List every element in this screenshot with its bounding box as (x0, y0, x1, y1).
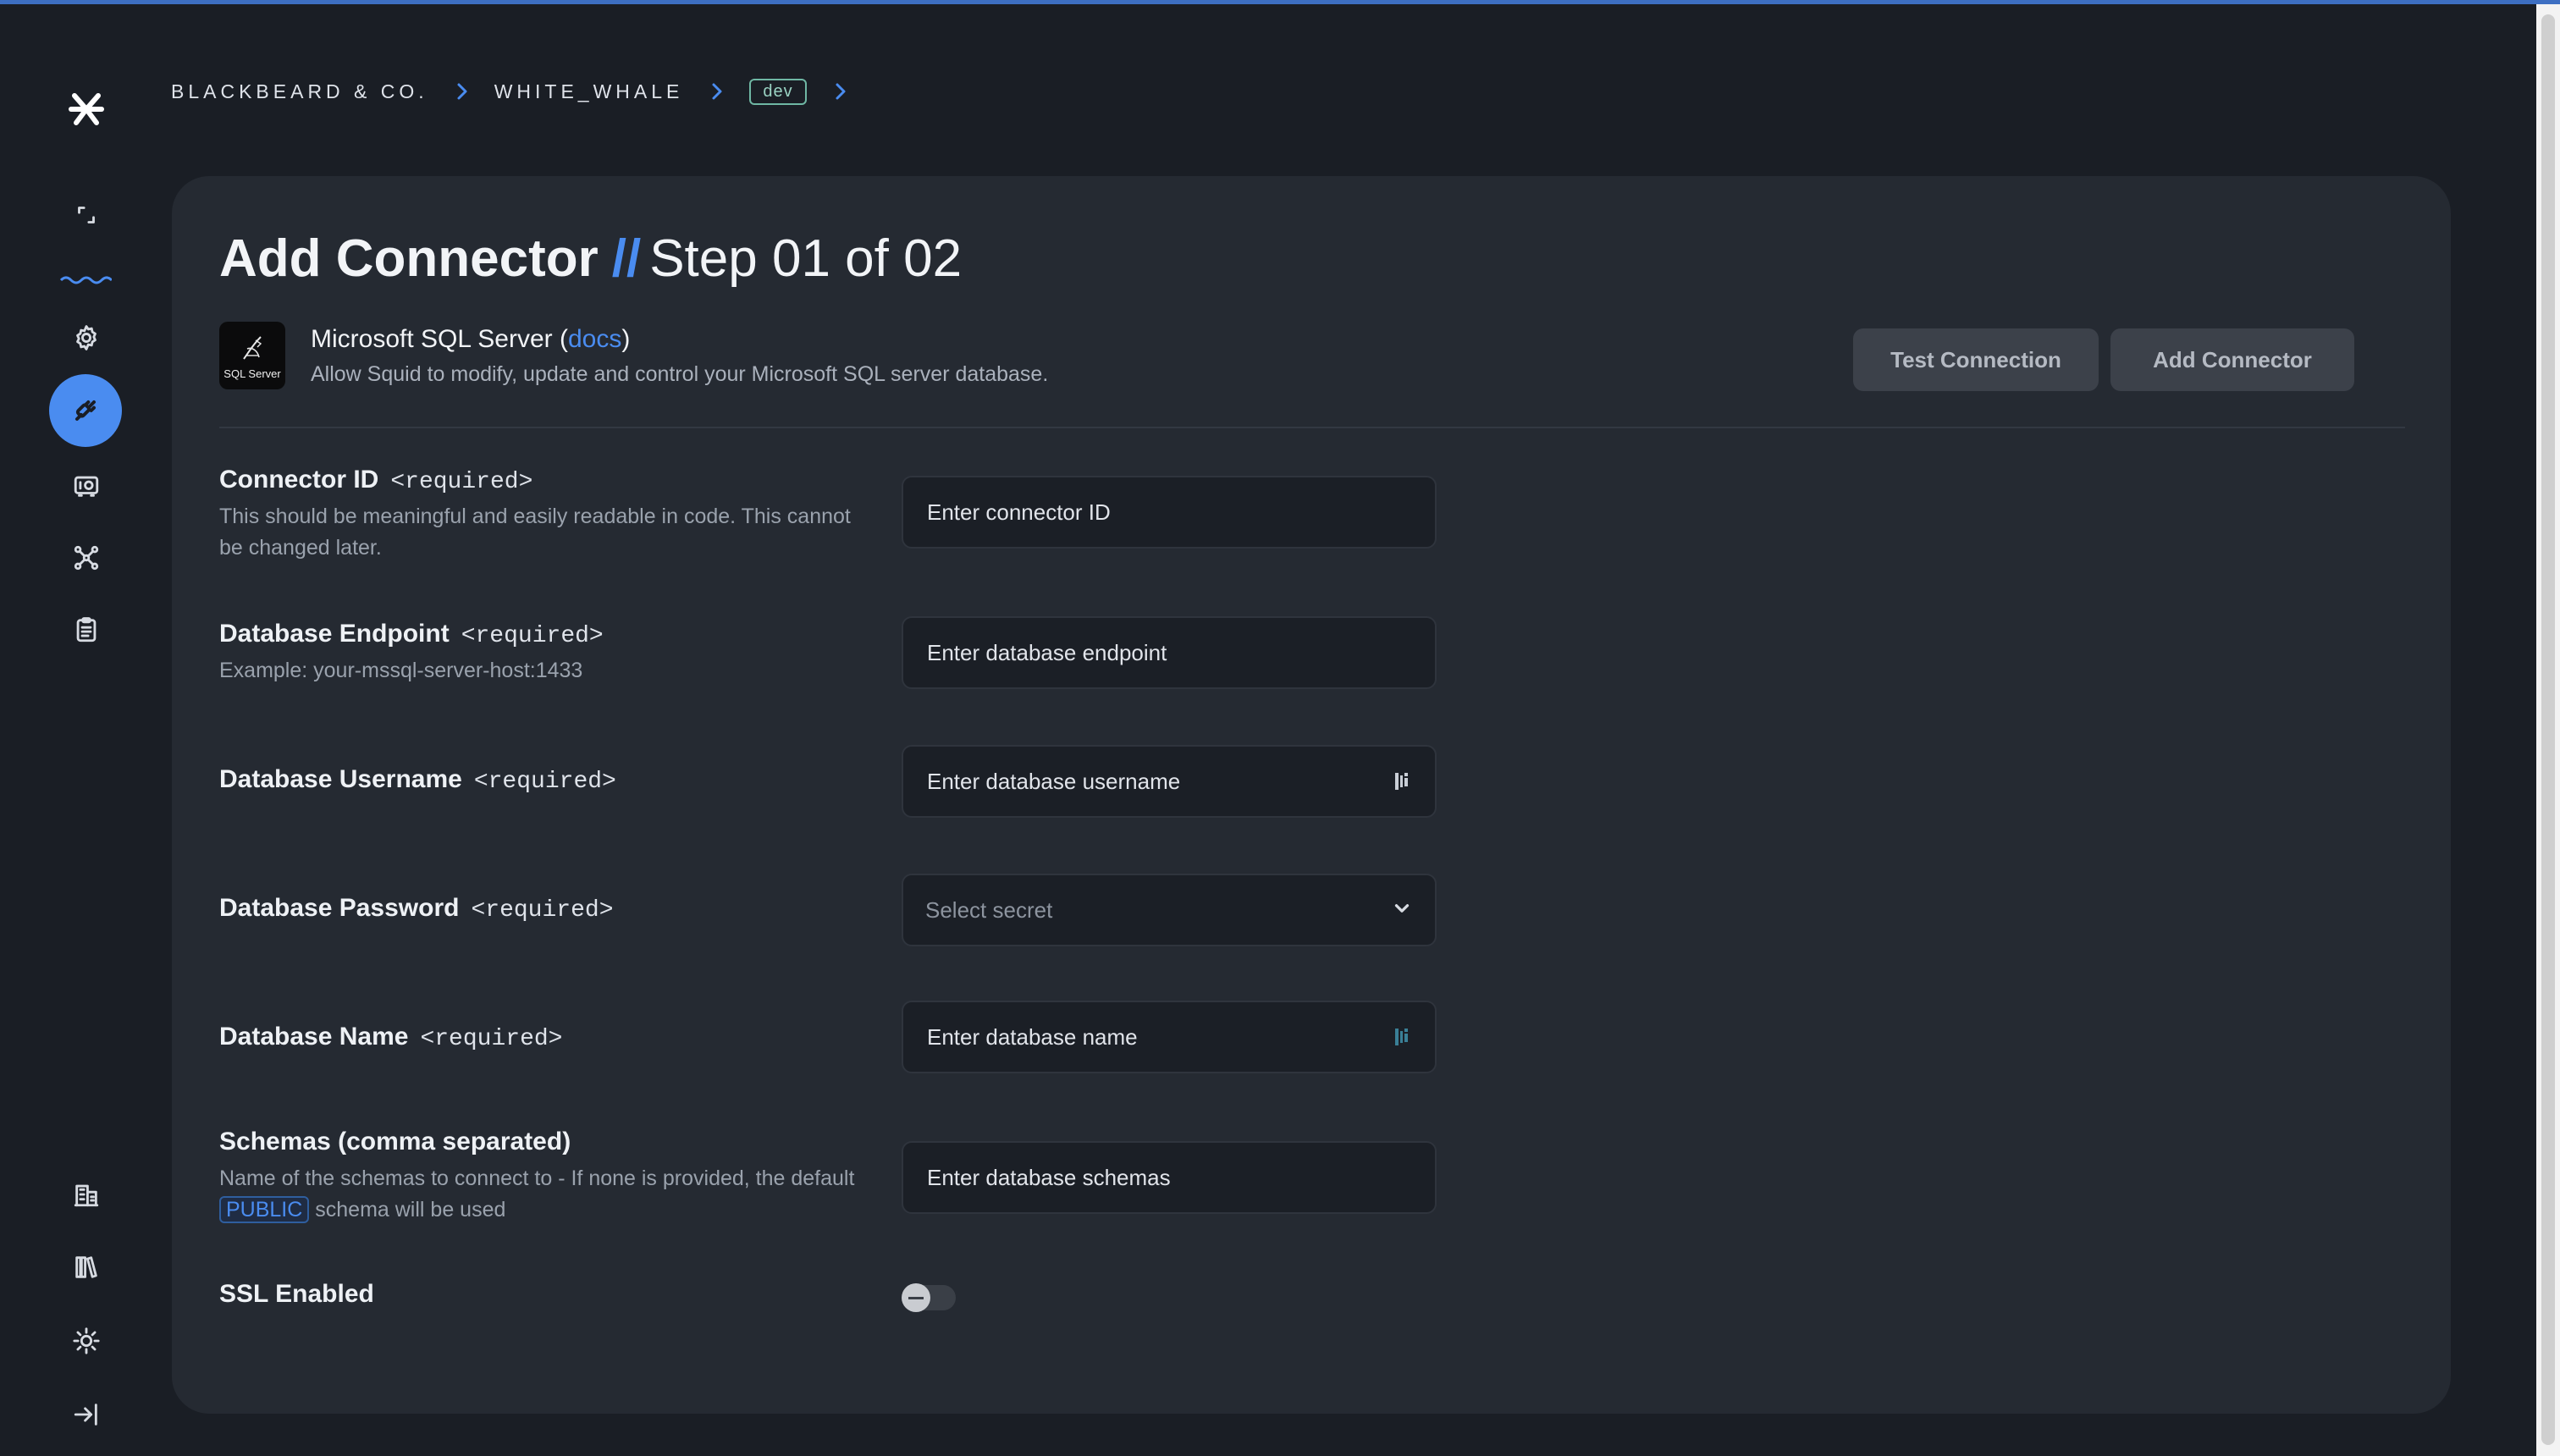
schemas-label: Schemas (comma separated) (219, 1128, 571, 1155)
connector-description: Allow Squid to modify, update and contro… (311, 362, 1049, 386)
dbname-input[interactable] (925, 1023, 1393, 1051)
docs-library-icon[interactable] (64, 1245, 108, 1289)
divider (219, 427, 2405, 428)
schemas-help: Name of the schemas to connect to - If n… (219, 1163, 863, 1226)
username-label-text: Database Username (219, 765, 462, 793)
schemas-field[interactable] (902, 1141, 1437, 1214)
endpoint-field[interactable] (902, 616, 1437, 689)
username-field[interactable] (902, 745, 1437, 818)
add-connector-button[interactable]: Add Connector (2110, 328, 2354, 391)
connectors-icon[interactable] (49, 374, 122, 447)
username-input[interactable] (925, 767, 1393, 796)
docs-link[interactable]: docs (568, 325, 621, 353)
page-title-separator: // (611, 229, 642, 288)
breadcrumb-project[interactable]: WHITE_WHALE (494, 80, 684, 103)
public-schema-chip: PUBLIC (219, 1196, 310, 1223)
sql-server-logo: SQL Server (219, 322, 285, 389)
endpoint-label-text: Database Endpoint (219, 620, 450, 648)
integrations-graph-icon[interactable] (64, 536, 108, 580)
connector-id-label: Connector ID <required> (219, 466, 532, 495)
organization-building-icon[interactable] (64, 1172, 108, 1216)
sidebar (0, 4, 169, 1456)
dbname-field[interactable] (902, 1001, 1437, 1073)
schemas-input[interactable] (925, 1163, 1413, 1192)
ssl-toggle[interactable] (902, 1283, 956, 1312)
required-tag: <required> (461, 623, 604, 649)
settings-icon[interactable] (64, 316, 108, 360)
ssl-label: SSL Enabled (219, 1280, 374, 1308)
clipboard-icon[interactable] (64, 608, 108, 652)
password-secret-placeholder: Select secret (925, 896, 1053, 923)
required-tag: <required> (473, 769, 616, 795)
endpoint-help: Example: your-mssql-server-host:1433 (219, 659, 583, 682)
connector-id-help: This should be meaningful and easily rea… (219, 505, 851, 560)
chevron-down-icon[interactable] (1391, 897, 1413, 924)
endpoint-input[interactable] (925, 638, 1413, 667)
password-secret-select[interactable]: Select secret (902, 874, 1437, 946)
endpoint-label: Database Endpoint <required> (219, 620, 604, 649)
environment-badge[interactable]: dev (749, 78, 807, 105)
ssl-toggle-knob[interactable] (902, 1283, 930, 1312)
add-connector-card: Add Connector//Step 01 of 02 SQL Server … (172, 176, 2451, 1414)
page-title: Add Connector//Step 01 of 02 (219, 229, 962, 289)
username-label: Database Username <required> (219, 765, 616, 795)
wave-divider-icon (59, 272, 113, 289)
password-label: Database Password <required> (219, 894, 614, 924)
required-tag: <required> (471, 897, 614, 924)
account-settings-icon[interactable] (64, 1319, 108, 1363)
sql-server-logo-icon (243, 335, 262, 360)
password-manager-icon[interactable] (1393, 1024, 1413, 1050)
connector-name-suffix: ) (621, 325, 631, 353)
chevron-right-icon (454, 81, 471, 102)
dbname-label: Database Name <required> (219, 1023, 562, 1052)
connector-id-input[interactable] (925, 498, 1413, 527)
page-title-step: Step 01 of 02 (649, 229, 963, 288)
required-tag: <required> (420, 1026, 563, 1052)
app-logo-icon[interactable] (61, 84, 112, 131)
password-label-text: Database Password (219, 894, 460, 922)
secrets-vault-icon[interactable] (64, 464, 108, 508)
page-title-main: Add Connector (219, 229, 599, 288)
connector-name-text: Microsoft SQL Server ( (311, 325, 568, 353)
chevron-right-icon (832, 81, 849, 102)
sql-server-logo-text: SQL Server (223, 367, 281, 380)
connector-name: Microsoft SQL Server (docs) (311, 325, 630, 354)
password-manager-icon[interactable] (1393, 769, 1413, 794)
scrollbar-thumb[interactable] (2541, 14, 2555, 1445)
breadcrumb-org[interactable]: BLACKBEARD & CO. (171, 80, 428, 103)
dbname-label-text: Database Name (219, 1023, 409, 1051)
logout-icon[interactable] (64, 1393, 108, 1437)
breadcrumb: BLACKBEARD & CO. WHITE_WHALE dev (171, 76, 873, 107)
schemas-help-text-end: schema will be used (315, 1198, 506, 1222)
connector-id-label-text: Connector ID (219, 466, 379, 494)
connector-id-field[interactable] (902, 476, 1437, 549)
expand-icon[interactable] (64, 193, 108, 237)
schemas-help-text: Name of the schemas to connect to - If n… (219, 1166, 855, 1190)
page-scrollbar[interactable] (2536, 4, 2560, 1456)
chevron-right-icon (709, 81, 726, 102)
test-connection-button[interactable]: Test Connection (1853, 328, 2099, 391)
required-tag: <required> (390, 469, 533, 495)
window-top-border (0, 0, 2560, 4)
